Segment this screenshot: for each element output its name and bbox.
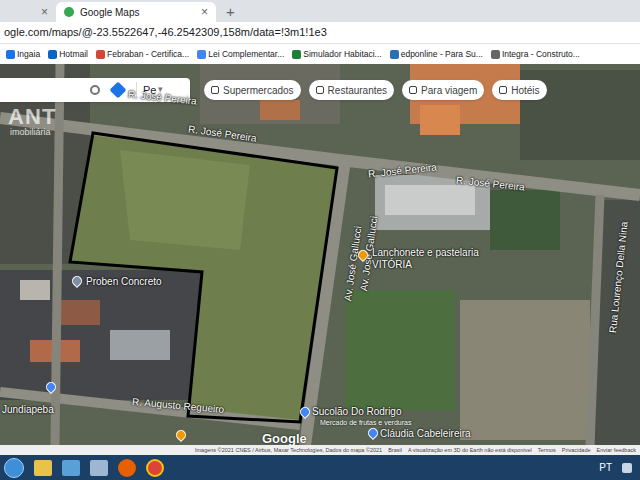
chip-icon xyxy=(409,86,417,94)
app-icon[interactable] xyxy=(90,460,108,476)
directions-icon[interactable] xyxy=(110,82,127,99)
street-label: R. José Pereira xyxy=(455,172,525,194)
chip-icon xyxy=(499,86,507,94)
street-label: R. José Pereira xyxy=(187,121,257,145)
place-label: Jundiapeba xyxy=(2,404,54,416)
bookmark-icon xyxy=(390,50,399,59)
footer-item[interactable]: Enviar feedback xyxy=(597,446,636,454)
chip-label[interactable]: Supermercados xyxy=(223,83,294,98)
app-icon[interactable] xyxy=(62,460,80,476)
firefox-icon[interactable] xyxy=(118,459,136,477)
start-icon[interactable] xyxy=(4,458,24,478)
place-label: Mercado de frutas e verduras xyxy=(320,418,411,429)
street-label: R. José Pereira xyxy=(367,159,437,181)
map-pin-icon[interactable] xyxy=(174,428,188,442)
footer-item[interactable]: Privacidade xyxy=(562,446,591,454)
place-label: Cláudia Cabeleireira xyxy=(380,428,471,440)
bookmark-icon xyxy=(197,50,206,59)
tab-title: Google Maps xyxy=(80,5,195,20)
bookmark-icon xyxy=(48,50,57,59)
chip-icon xyxy=(211,86,219,94)
bookmark-icon xyxy=(6,50,15,59)
map-pin-icon[interactable] xyxy=(44,380,58,394)
category-chips: Supermercados Restaurantes Para viagem Hoté… xyxy=(204,80,547,100)
category-chip[interactable]: Para viagem xyxy=(402,80,484,100)
map-footer: Imagens ©2021 CNES / Airbus, Maxar Techn… xyxy=(0,445,640,455)
bookmarks-bar: Ingaia Hotmail Febraban - Certifica... Lei … xyxy=(0,44,640,64)
google-logo: Google xyxy=(262,429,307,445)
footer-item: Imagens ©2021 CNES / Airbus, Maxar Techn… xyxy=(195,446,382,454)
street-label: R. Augusto Regueiro xyxy=(132,394,225,417)
chrome-icon[interactable] xyxy=(146,459,164,477)
satellite-map[interactable]: Pe▾SupermercadosRestaurantesPara viagemH… xyxy=(0,64,640,445)
taskbar: PT xyxy=(0,455,640,480)
browser-tab[interactable]: Google Maps × xyxy=(56,2,216,22)
bookmark[interactable]: Ingaia xyxy=(4,48,42,61)
tab-close-icon[interactable]: × xyxy=(41,6,48,18)
tray-icon[interactable] xyxy=(622,463,632,473)
tab-bar: × Google Maps × + xyxy=(0,0,640,22)
category-chip[interactable]: Supermercados xyxy=(204,80,301,100)
category-chip[interactable]: Restaurantes xyxy=(309,80,394,100)
bookmark-icon xyxy=(491,50,500,59)
address-bar[interactable]: ogle.com/maps/@-23.5522647,-46.2542309,1… xyxy=(0,22,640,44)
new-tab-button[interactable]: + xyxy=(216,4,245,22)
bookmark-label[interactable]: Febraban - Certifica... xyxy=(107,48,189,61)
tab-close-icon[interactable]: × xyxy=(201,6,208,18)
satellite-imagery xyxy=(0,64,640,445)
language-indicator[interactable]: PT xyxy=(599,460,612,475)
magnifier-icon[interactable] xyxy=(90,85,100,95)
street-label: Rua Lourenço Della Nina xyxy=(605,221,632,334)
folder-icon[interactable] xyxy=(34,460,52,476)
map-pin-icon[interactable] xyxy=(298,405,312,419)
bookmark-label[interactable]: Hotmail xyxy=(59,48,88,61)
chip-label[interactable]: Restaurantes xyxy=(328,83,387,98)
map-pin-icon[interactable] xyxy=(70,274,84,288)
footer-item: Brasil xyxy=(388,446,402,454)
watermark-text: imobiliária xyxy=(10,126,51,140)
bookmark[interactable]: Febraban - Certifica... xyxy=(94,48,191,61)
bookmark-label[interactable]: Simulador Habitaci... xyxy=(303,48,381,61)
bookmark-icon xyxy=(96,50,105,59)
bookmark[interactable]: Integra - Construto... xyxy=(489,48,582,61)
bookmark[interactable]: edponline - Para Su... xyxy=(388,48,485,61)
browser-tab[interactable]: × xyxy=(0,2,56,22)
bookmark-label[interactable]: edponline - Para Su... xyxy=(401,48,483,61)
place-label: Proben Concreto xyxy=(86,276,162,288)
place-label: Lanchonete e pastelaria VITÓRIA xyxy=(372,247,482,271)
bookmark-icon xyxy=(292,50,301,59)
category-chip[interactable]: Hotéis xyxy=(492,80,546,100)
footer-item: A visualização em 3D do Earth não está d… xyxy=(408,446,532,454)
address-text[interactable]: ogle.com/maps/@-23.5522647,-46.2542309,1… xyxy=(4,24,327,41)
chip-icon xyxy=(316,86,324,94)
map-pin-icon[interactable] xyxy=(366,426,380,440)
bookmark-label[interactable]: Ingaia xyxy=(17,48,40,61)
footer-item[interactable]: Termos xyxy=(538,446,556,454)
bookmark-label[interactable]: Integra - Construto... xyxy=(502,48,580,61)
bookmark[interactable]: Simulador Habitaci... xyxy=(290,48,383,61)
bookmark-label[interactable]: Lei Complementar... xyxy=(208,48,284,61)
chip-label[interactable]: Para viagem xyxy=(421,83,477,98)
bookmark[interactable]: Hotmail xyxy=(46,48,90,61)
maps-icon xyxy=(64,7,74,17)
place-label: Sucolão Do Rodrigo xyxy=(312,406,402,418)
chip-label[interactable]: Hotéis xyxy=(511,83,539,98)
bookmark[interactable]: Lei Complementar... xyxy=(195,48,286,61)
